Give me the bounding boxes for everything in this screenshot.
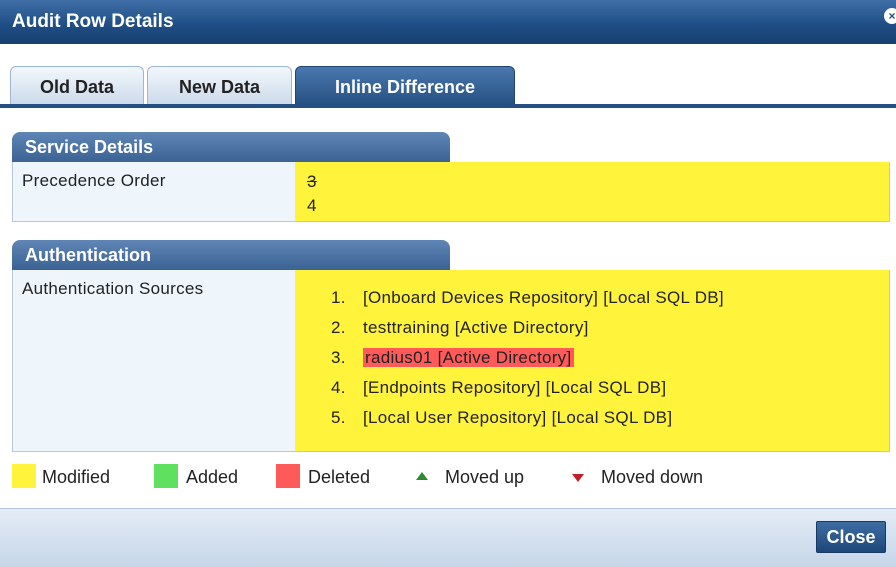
source-text: [Onboard Devices Repository] [Local SQL … xyxy=(363,288,724,307)
source-text: [Local User Repository] [Local SQL DB] xyxy=(363,408,673,427)
modified-swatch xyxy=(12,464,36,488)
list-item: 2. testtraining [Active Directory] xyxy=(331,318,589,337)
source-text: testtraining [Active Directory] xyxy=(363,318,589,337)
legend: Modified Added Deleted Moved up Moved do… xyxy=(12,464,892,490)
authentication-header: Authentication xyxy=(12,240,450,270)
service-details-section: Precedence Order 3 4 xyxy=(12,162,890,222)
tab-strip: Old Data New Data Inline Difference xyxy=(0,44,896,106)
authentication-sources-label: Authentication Sources xyxy=(13,270,295,451)
close-icon[interactable]: × xyxy=(884,8,896,24)
service-details-header: Service Details xyxy=(12,132,450,162)
dialog-content: Service Details Precedence Order 3 4 Aut… xyxy=(0,108,896,508)
triangle-down-icon xyxy=(572,474,584,482)
authentication-section: Authentication Sources 1. [Onboard Device… xyxy=(12,270,890,452)
precedence-order-new-value: 4 xyxy=(307,196,317,215)
source-text: [Endpoints Repository] [Local SQL DB] xyxy=(363,378,667,397)
dialog-titlebar: Audit Row Details × xyxy=(0,0,896,44)
list-item: 5. [Local User Repository] [Local SQL DB] xyxy=(331,408,673,427)
list-item: 3. radius01 [Active Directory] xyxy=(331,348,574,367)
tab-new-data[interactable]: New Data xyxy=(147,66,292,106)
authentication-sources-list: 1. [Onboard Devices Repository] [Local SQ… xyxy=(331,283,724,433)
deleted-swatch xyxy=(276,464,300,488)
list-item: 1. [Onboard Devices Repository] [Local SQ… xyxy=(331,288,724,307)
close-button[interactable]: Close xyxy=(816,521,886,553)
triangle-up-icon xyxy=(416,472,428,480)
source-text-deleted: radius01 [Active Directory] xyxy=(363,348,574,367)
dialog-title: Audit Row Details xyxy=(12,11,174,32)
precedence-order-old-value: 3 xyxy=(307,172,317,191)
precedence-order-label: Precedence Order xyxy=(13,162,295,221)
added-swatch xyxy=(154,464,178,488)
tab-old-data[interactable]: Old Data xyxy=(10,66,144,106)
dialog-footer: Close xyxy=(0,508,896,567)
tab-inline-difference[interactable]: Inline Difference xyxy=(295,66,515,106)
list-item: 4. [Endpoints Repository] [Local SQL DB] xyxy=(331,378,667,397)
authentication-sources-value: 1. [Onboard Devices Repository] [Local SQ… xyxy=(295,270,889,451)
precedence-order-value: 3 4 xyxy=(295,162,889,221)
